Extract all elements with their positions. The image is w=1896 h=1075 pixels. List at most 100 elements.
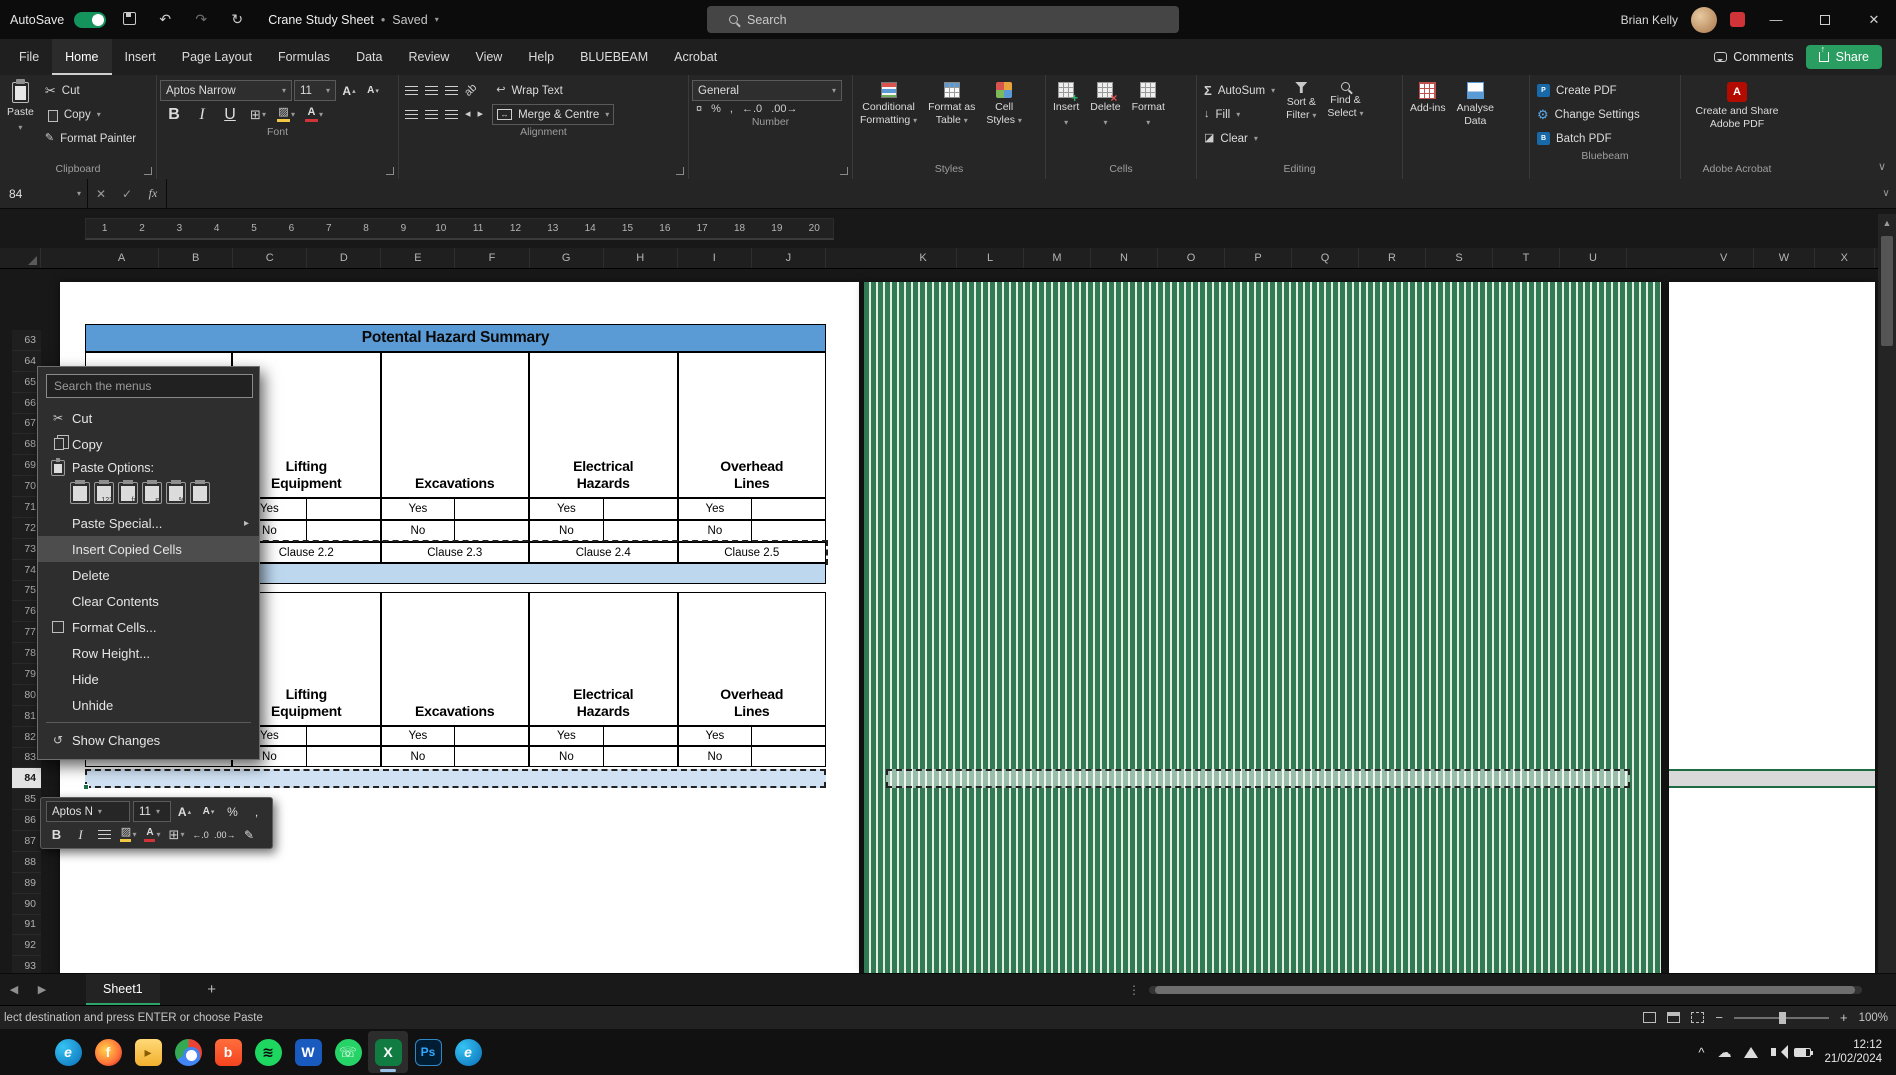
taskbar-app[interactable]: ≋	[248, 1031, 288, 1073]
no-label-cell[interactable]: No	[679, 747, 753, 766]
format-painter-icon[interactable]: ✎	[239, 824, 260, 845]
underline-button[interactable]: U	[219, 104, 241, 125]
document-title[interactable]: Crane Study Sheet • Saved ▾	[268, 13, 438, 27]
ribbon-tab[interactable]: Review	[395, 39, 462, 75]
yes-label-cell[interactable]: Yes	[530, 727, 604, 745]
no-label-cell[interactable]: No	[679, 521, 753, 541]
normal-view-icon[interactable]	[1643, 1012, 1657, 1023]
borders-button[interactable]: ⊞ ▾	[247, 104, 269, 125]
percent-icon[interactable]: %	[222, 801, 243, 822]
zoom-slider-thumb[interactable]	[1778, 1011, 1786, 1024]
taskbar-app[interactable]: Ps	[408, 1031, 448, 1073]
no-answer-cell[interactable]	[752, 521, 825, 541]
ribbon-tab[interactable]: View	[462, 39, 515, 75]
increase-decimal-icon[interactable]: ←.0	[742, 104, 762, 115]
horizontal-scroll-thumb[interactable]	[1155, 986, 1855, 994]
taskbar-app[interactable]: ☏	[328, 1031, 368, 1073]
notification-badge-icon[interactable]	[1730, 12, 1745, 27]
paste-button[interactable]: Paste ▾	[3, 79, 38, 136]
no-answer-cell[interactable]	[455, 747, 528, 766]
context-menu-item-unhide[interactable]: Unhide	[38, 692, 259, 718]
row-header[interactable]: 92	[12, 935, 41, 957]
context-menu-item-hide[interactable]: Hide	[38, 666, 259, 692]
hazard-column-header[interactable]: Electrical Hazards	[529, 352, 678, 498]
row-header[interactable]: 88	[12, 852, 41, 873]
ribbon-tab[interactable]: Insert	[112, 39, 169, 75]
maximize-button[interactable]	[1807, 0, 1843, 39]
vertical-scrollbar[interactable]: ▲	[1878, 214, 1896, 973]
no-answer-cell[interactable]	[752, 747, 825, 766]
font-dialog-launcher[interactable]	[386, 167, 394, 175]
align-bottom-icon[interactable]	[445, 86, 458, 95]
format-painter-button[interactable]: ✎ Format Painter	[41, 128, 140, 149]
format-cells-button[interactable]: Format ▾	[1128, 80, 1169, 131]
expand-formula-bar-icon[interactable]: ∨	[1876, 179, 1896, 208]
delete-cells-button[interactable]: Delete▾	[1086, 80, 1124, 131]
yes-label-cell[interactable]: Yes	[382, 499, 456, 519]
column-header[interactable]: N	[1091, 248, 1158, 268]
column-header[interactable]: J	[752, 248, 826, 268]
row-header[interactable]: 63	[12, 330, 41, 351]
worksheet-page-2[interactable]	[864, 282, 1661, 973]
increase-indent-icon[interactable]: ▸	[478, 109, 484, 120]
taskbar-app[interactable]: e	[48, 1031, 88, 1073]
yes-label-cell[interactable]: Yes	[382, 727, 456, 745]
ribbon-tab[interactable]: Formulas	[265, 39, 343, 75]
align-middle-icon[interactable]	[425, 86, 438, 95]
search-input[interactable]: Search	[707, 6, 1179, 33]
column-header[interactable]: G	[530, 248, 604, 268]
no-answer-cell[interactable]	[307, 747, 380, 766]
wifi-icon[interactable]	[1744, 1046, 1759, 1058]
italic-button[interactable]: I	[70, 824, 91, 845]
change-settings-button[interactable]: ⚙ Change Settings	[1533, 104, 1677, 125]
column-header[interactable]: U	[1560, 248, 1627, 268]
close-button[interactable]: ✕	[1856, 0, 1892, 39]
align-center-icon[interactable]	[425, 110, 438, 119]
decrease-decimal-icon[interactable]: .00→	[214, 824, 236, 845]
paste-option-icon[interactable]: ⇄	[142, 480, 162, 504]
ribbon-tab[interactable]: File	[6, 39, 52, 75]
comments-button[interactable]: Comments	[1714, 50, 1794, 64]
yes-answer-cell[interactable]	[455, 499, 528, 519]
column-header[interactable]: S	[1426, 248, 1493, 268]
worksheet-page-3[interactable]	[1669, 282, 1875, 973]
clock[interactable]: 12:12 21/02/2024	[1824, 1038, 1882, 1066]
ribbon-tab[interactable]: Help	[515, 39, 567, 75]
yes-label-cell[interactable]: Yes	[679, 499, 753, 519]
ribbon-tab[interactable]: Home	[52, 39, 112, 75]
format-as-table-button[interactable]: Format as Table ▾	[924, 80, 979, 129]
menu-search-input[interactable]	[46, 374, 253, 398]
conditional-formatting-button[interactable]: Conditional Formatting ▾	[856, 80, 921, 129]
context-menu-item-insert-copied-cells[interactable]: Insert Copied Cells	[38, 536, 259, 562]
hazard-column-header[interactable]: Excavations	[380, 592, 529, 726]
column-header[interactable]: F	[455, 248, 530, 268]
alignment-dialog-launcher[interactable]	[676, 167, 684, 175]
sheet-tab-sheet1[interactable]: Sheet1	[86, 974, 160, 1005]
autosum-button[interactable]: Σ AutoSum ▾	[1200, 80, 1279, 101]
fill-color-button[interactable]: ▨ ▾	[275, 104, 297, 125]
selection-handle[interactable]	[83, 784, 89, 790]
context-menu-item-cut[interactable]: ✂ Cut	[38, 405, 259, 431]
context-menu-item-row-height[interactable]: Row Height...	[38, 640, 259, 666]
no-label-cell[interactable]: No	[530, 521, 604, 541]
collapse-ribbon-icon[interactable]: ∨	[1878, 160, 1886, 173]
copy-button[interactable]: Copy ▾	[41, 104, 140, 125]
column-header[interactable]: O	[1158, 248, 1225, 268]
tray-expand-icon[interactable]: ^	[1698, 1045, 1704, 1060]
onedrive-icon[interactable]: ☁	[1717, 1044, 1731, 1061]
scrollbar-splitter[interactable]: ⋮	[1128, 983, 1140, 997]
yes-answer-cell[interactable]	[604, 499, 677, 519]
find-select-button[interactable]: Find & Select ▾	[1323, 80, 1367, 122]
insert-function-icon[interactable]: fx	[140, 186, 166, 201]
font-color-button[interactable]: A ▾	[142, 824, 163, 845]
mini-size-select[interactable]: 11 ▾	[133, 801, 171, 822]
comma-icon[interactable]: ,	[246, 801, 267, 822]
currency-icon[interactable]: ¤	[696, 104, 702, 115]
font-color-button[interactable]: A ▾	[303, 104, 325, 125]
paste-option-icon[interactable]	[190, 480, 210, 504]
no-label-cell[interactable]: No	[530, 747, 604, 766]
zoom-in-button[interactable]: +	[1840, 1010, 1848, 1025]
yes-label-cell[interactable]: Yes	[679, 727, 753, 745]
shrink-font-button[interactable]: A ▾	[362, 80, 384, 101]
yes-answer-cell[interactable]	[752, 727, 825, 745]
